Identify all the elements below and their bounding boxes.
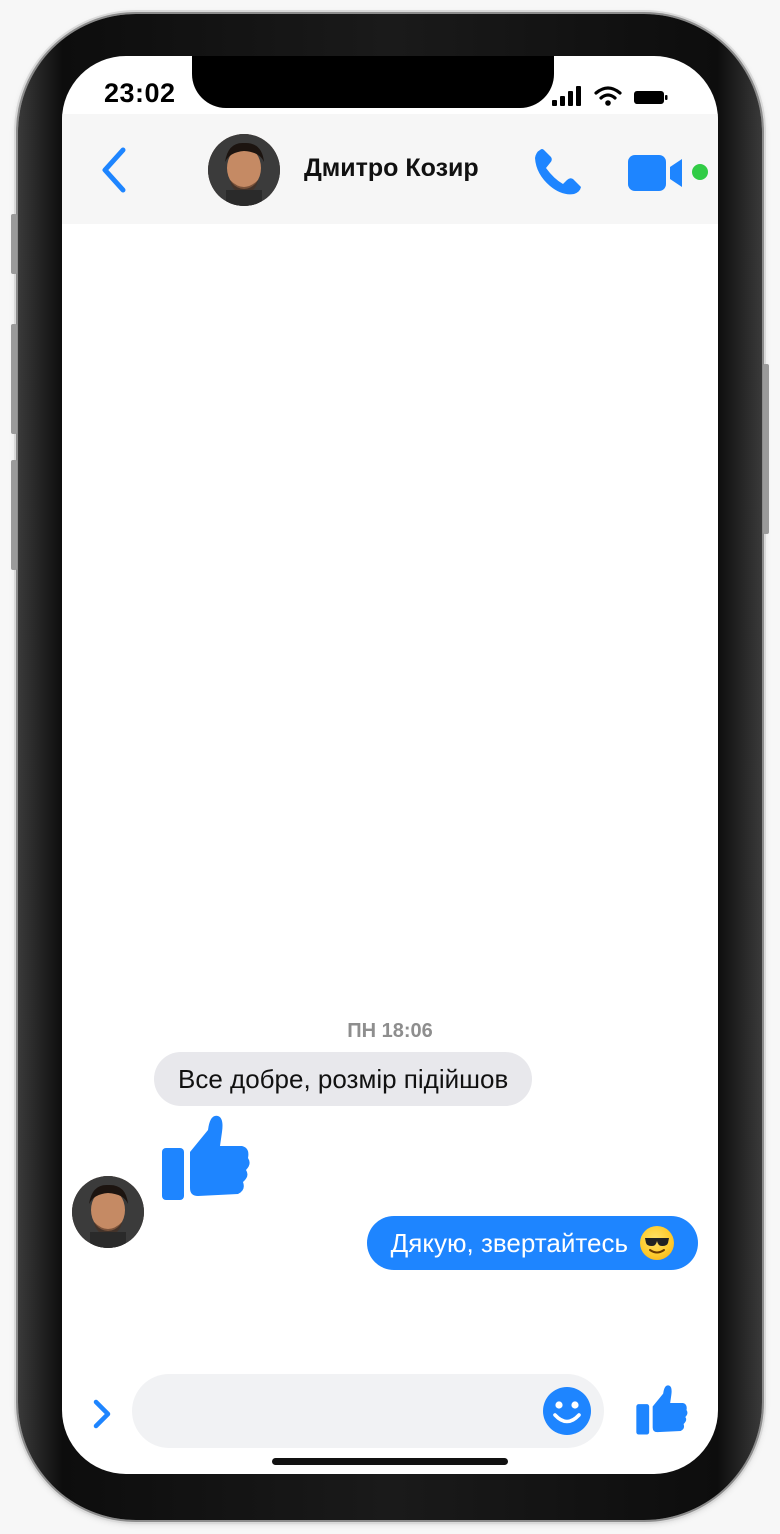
smiley-icon: [543, 1387, 591, 1435]
outgoing-message[interactable]: Дякую, звертайтесь: [366, 1216, 698, 1270]
message-input[interactable]: [132, 1374, 604, 1448]
status-time: 23:02: [104, 78, 176, 108]
screen: 23:02 Дмитро Козир ПН 18:06 Все добре, р…: [62, 56, 718, 1474]
voice-call-button[interactable]: [528, 144, 584, 200]
like-send-button[interactable]: [632, 1382, 692, 1438]
volume-up-button: [11, 324, 17, 434]
power-button: [763, 364, 769, 534]
expand-actions-button[interactable]: [88, 1394, 114, 1434]
thumbs-up-icon: [162, 1115, 250, 1200]
avatar-photo: [208, 134, 280, 206]
online-status-dot: [692, 164, 708, 180]
battery-icon: [634, 91, 668, 104]
status-icons: [552, 86, 668, 106]
back-button[interactable]: [92, 144, 136, 196]
video-camera-icon: [628, 155, 682, 191]
thumbs-up-icon: [636, 1385, 688, 1435]
volume-down-button: [11, 460, 17, 570]
mute-switch: [11, 214, 17, 274]
contact-name[interactable]: Дмитро Козир: [304, 154, 479, 183]
chevron-right-icon: [93, 1399, 111, 1429]
chevron-left-icon: [102, 147, 126, 193]
message-timestamp: ПН 18:06: [347, 1020, 433, 1042]
sunglasses-emoji-icon: [640, 1226, 674, 1260]
notch: [192, 56, 554, 108]
phone-icon: [535, 149, 581, 195]
emoji-button[interactable]: [542, 1386, 592, 1436]
video-call-button[interactable]: [626, 150, 686, 196]
incoming-message-text: Все добре, розмір підійшов: [178, 1063, 509, 1094]
outgoing-message-text: Дякую, звертайтесь: [390, 1227, 628, 1258]
sender-avatar[interactable]: [72, 1176, 144, 1248]
wifi-icon: [594, 86, 622, 106]
home-indicator[interactable]: [272, 1458, 508, 1465]
chat-header: Дмитро Козир: [62, 114, 718, 224]
thumbs-up-sticker-message[interactable]: [158, 1110, 254, 1206]
avatar-photo: [72, 1176, 144, 1248]
contact-avatar[interactable]: [208, 134, 280, 206]
signal-icon: [552, 86, 581, 106]
incoming-message[interactable]: Все добре, розмір підійшов: [154, 1052, 533, 1106]
